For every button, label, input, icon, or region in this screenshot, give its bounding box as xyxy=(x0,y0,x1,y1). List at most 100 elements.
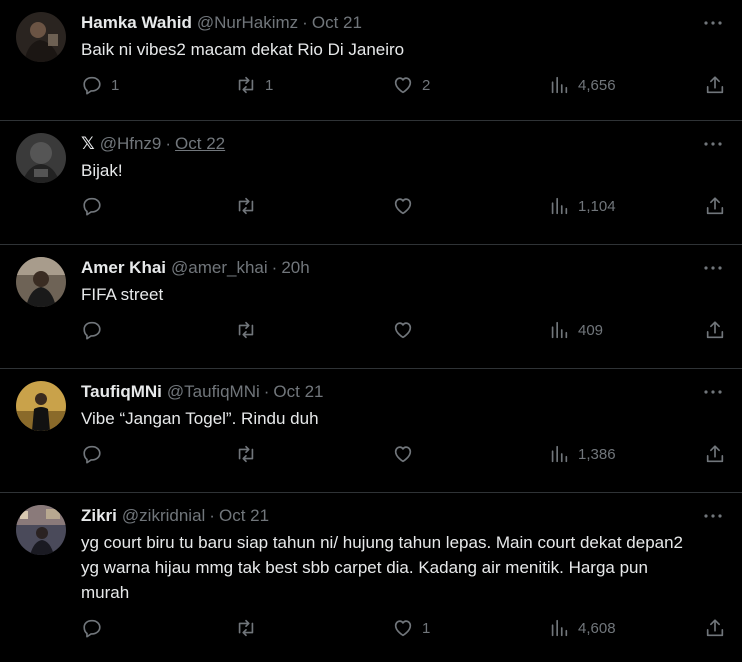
views-button[interactable]: 1,386 xyxy=(548,443,616,465)
more-icon xyxy=(704,142,722,146)
tweet[interactable]: Hamka Wahid @NurHakimz · Oct 21 Baik ni … xyxy=(0,0,742,121)
like-icon xyxy=(394,620,412,637)
like-icon xyxy=(394,198,412,215)
reply-icon xyxy=(83,76,101,95)
tweet-text: yg court biru tu baru siap tahun ni/ huj… xyxy=(81,533,684,602)
like-count: 1 xyxy=(422,619,431,637)
more-options-button[interactable] xyxy=(702,133,724,155)
author-handle[interactable]: @amer_khai xyxy=(171,257,268,279)
retweet-button[interactable] xyxy=(235,617,265,639)
share-icon xyxy=(706,619,724,637)
avatar[interactable] xyxy=(16,381,66,431)
more-options-button[interactable] xyxy=(702,12,724,34)
like-count: 2 xyxy=(422,76,431,94)
views-button[interactable]: 4,608 xyxy=(548,617,616,639)
retweet-button[interactable]: 1 xyxy=(235,74,273,96)
view-count: 4,608 xyxy=(578,619,616,637)
separator-dot: · xyxy=(165,134,172,153)
views-icon xyxy=(551,76,568,94)
reply-button[interactable] xyxy=(81,195,111,217)
action-bar: 1 1 2 4,656 xyxy=(81,62,724,110)
share-button[interactable] xyxy=(704,195,726,217)
retweet-icon xyxy=(238,197,254,215)
author-name[interactable]: Zikri xyxy=(81,505,117,527)
reply-button[interactable] xyxy=(81,443,111,465)
share-button[interactable] xyxy=(704,443,726,465)
share-button[interactable] xyxy=(704,74,726,96)
share-icon xyxy=(706,76,724,94)
action-bar: 1,104 xyxy=(81,183,724,231)
views-icon xyxy=(551,197,568,215)
share-button[interactable] xyxy=(704,319,726,341)
retweet-count: 1 xyxy=(265,76,274,94)
share-icon xyxy=(706,445,724,463)
reply-icon xyxy=(83,321,101,340)
like-button[interactable]: 2 xyxy=(392,74,430,96)
timestamp[interactable]: Oct 21 xyxy=(312,12,362,34)
separator-dot: · xyxy=(209,506,215,525)
author-handle[interactable]: @NurHakimz xyxy=(197,12,298,34)
share-icon xyxy=(706,197,724,215)
avatar[interactable] xyxy=(16,257,66,307)
tweet[interactable]: TaufiqMNi @TaufiqMNi · Oct 21 Vibe “Jang… xyxy=(0,369,742,493)
more-icon xyxy=(704,266,722,270)
author-name[interactable]: TaufiqMNi xyxy=(81,381,162,403)
author-name[interactable]: Amer Khai xyxy=(81,257,166,279)
retweet-icon xyxy=(238,445,254,463)
views-icon xyxy=(551,445,568,463)
timestamp[interactable]: Oct 22 xyxy=(175,133,225,155)
reply-button[interactable] xyxy=(81,319,111,341)
tweet-text: Vibe “Jangan Togel”. Rindu duh xyxy=(81,409,319,428)
like-button[interactable] xyxy=(392,195,422,217)
like-button[interactable] xyxy=(392,443,422,465)
retweet-icon xyxy=(238,619,254,637)
reply-button[interactable]: 1 xyxy=(81,74,119,96)
more-options-button[interactable] xyxy=(702,257,724,279)
tweet[interactable]: Amer Khai @amer_khai · 20h FIFA street 4… xyxy=(0,245,742,369)
reply-button[interactable] xyxy=(81,617,111,639)
tweet[interactable]: 𝕏 @Hfnz9 · Oct 22 Bijak! 1,104 xyxy=(0,121,742,245)
share-button[interactable] xyxy=(704,617,726,639)
author-name[interactable]: 𝕏 xyxy=(81,133,95,155)
tweet[interactable]: Zikri @zikridnial · Oct 21 yg court biru… xyxy=(0,493,742,662)
views-button[interactable]: 4,656 xyxy=(548,74,616,96)
like-icon xyxy=(394,77,412,94)
timestamp[interactable]: Oct 21 xyxy=(219,505,269,527)
reply-count: 1 xyxy=(111,76,120,94)
more-icon xyxy=(704,390,722,394)
avatar[interactable] xyxy=(16,133,66,183)
separator-dot: · xyxy=(263,382,270,401)
view-count: 1,104 xyxy=(578,197,616,215)
more-options-button[interactable] xyxy=(702,381,724,403)
retweet-button[interactable] xyxy=(235,195,265,217)
view-count: 1,386 xyxy=(578,445,616,463)
like-button[interactable] xyxy=(392,319,422,341)
separator-dot: · xyxy=(302,13,308,32)
retweet-icon xyxy=(238,321,254,339)
reply-feed: Hamka Wahid @NurHakimz · Oct 21 Baik ni … xyxy=(0,0,742,662)
timestamp[interactable]: 20h xyxy=(281,257,309,279)
author-name[interactable]: Hamka Wahid xyxy=(81,12,192,34)
retweet-button[interactable] xyxy=(235,319,265,341)
author-handle[interactable]: @zikridnial xyxy=(122,505,205,527)
like-icon xyxy=(394,322,412,339)
reply-icon xyxy=(83,445,101,464)
view-count: 4,656 xyxy=(578,76,616,94)
timestamp[interactable]: Oct 21 xyxy=(273,381,323,403)
action-bar: 409 xyxy=(81,307,724,355)
reply-icon xyxy=(83,619,101,638)
avatar[interactable] xyxy=(16,12,66,62)
views-button[interactable]: 409 xyxy=(548,319,603,341)
share-icon xyxy=(706,321,724,339)
more-icon xyxy=(704,21,722,25)
more-options-button[interactable] xyxy=(702,505,724,527)
views-button[interactable]: 1,104 xyxy=(548,195,616,217)
author-handle[interactable]: @TaufiqMNi xyxy=(167,381,260,403)
like-icon xyxy=(394,446,412,463)
retweet-button[interactable] xyxy=(235,443,265,465)
like-button[interactable]: 1 xyxy=(392,617,430,639)
avatar[interactable] xyxy=(16,505,66,555)
author-handle[interactable]: @Hfnz9 xyxy=(100,133,162,155)
action-bar: 1,386 xyxy=(81,431,724,479)
tweet-text: Bijak! xyxy=(81,161,123,180)
